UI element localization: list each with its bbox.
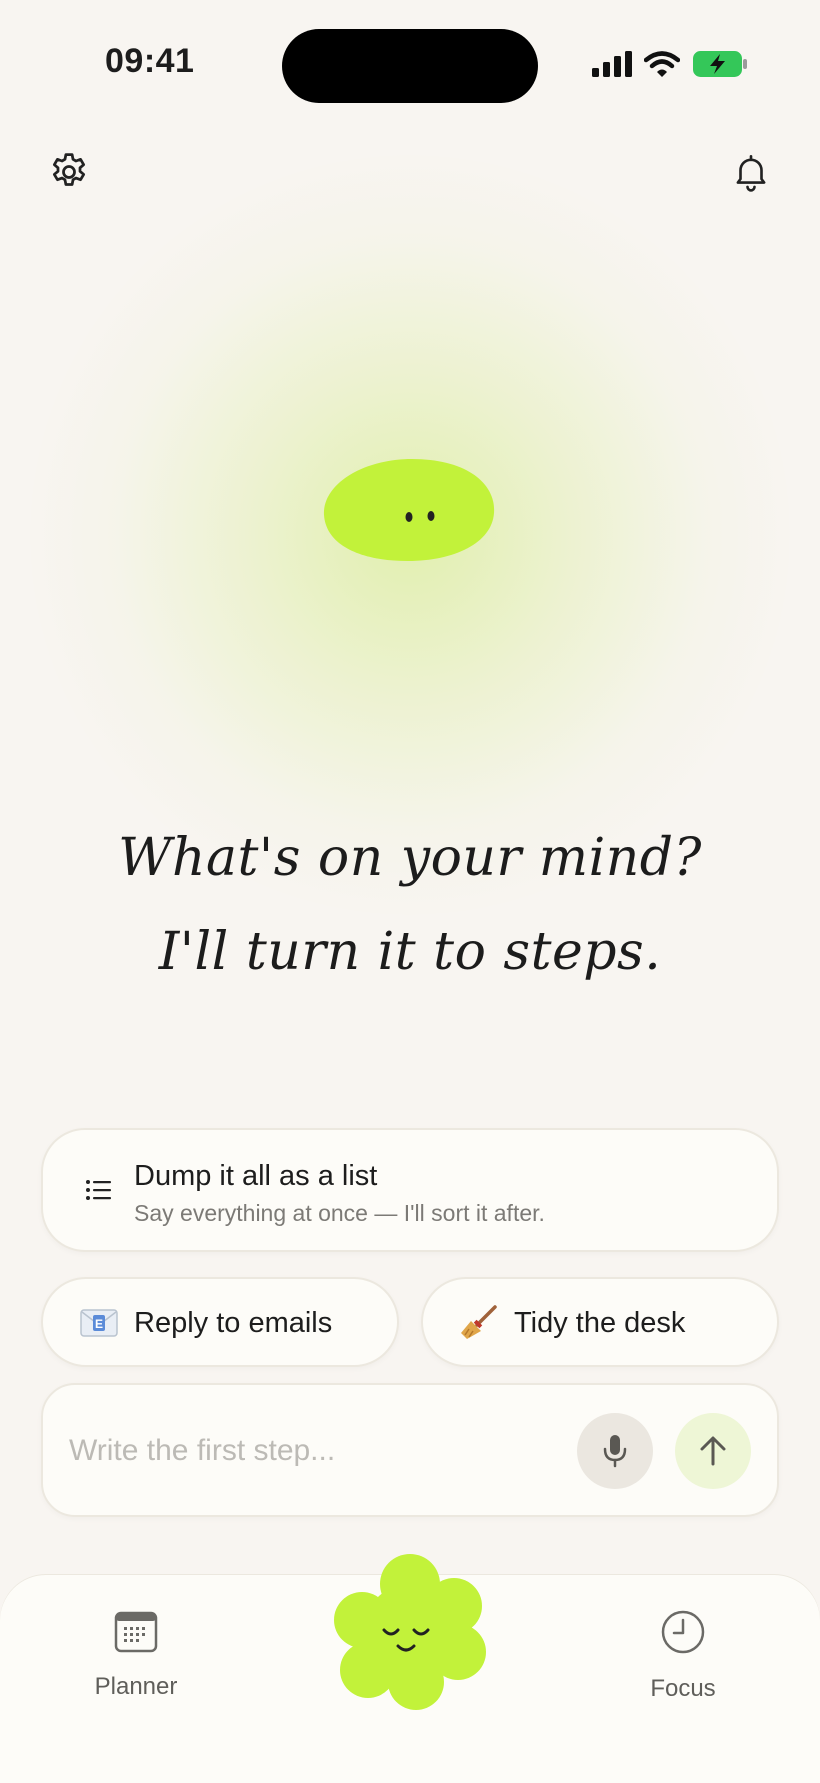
broom-icon (461, 1305, 497, 1339)
email-icon: E (80, 1309, 118, 1337)
arrow-up-icon (700, 1436, 726, 1466)
battery-icon (693, 51, 747, 77)
flower-mascot-icon[interactable] (328, 1548, 492, 1712)
tab-focus-label: Focus (650, 1675, 716, 1702)
status-time: 09:41 (105, 42, 195, 80)
svg-text:E: E (95, 1317, 103, 1331)
wifi-icon (644, 51, 680, 77)
calendar-icon (114, 1611, 158, 1653)
settings-button[interactable] (45, 148, 93, 196)
dump-card-title: Dump it all as a list (134, 1160, 378, 1192)
dump-card-subtitle: Say everything at once — I'll sort it af… (134, 1200, 545, 1226)
prompt-line-1: What's on your mind? (118, 828, 702, 888)
dump-list-card[interactable]: Dump it all as a list Say everything at … (41, 1128, 779, 1252)
bell-icon (736, 154, 766, 192)
suggestion-label: Tidy the desk (514, 1307, 686, 1339)
tab-focus[interactable]: Focus (603, 1609, 763, 1703)
notifications-button[interactable] (727, 148, 775, 196)
signal-icon (592, 51, 632, 77)
gear-icon (52, 153, 86, 186)
first-step-input[interactable] (67, 1425, 591, 1477)
status-icons (592, 50, 748, 78)
tab-planner-label: Planner (94, 1673, 178, 1700)
composer (41, 1383, 779, 1517)
suggestion-reply-emails[interactable]: E Reply to emails (41, 1277, 399, 1367)
clock-icon (661, 1610, 705, 1654)
mascot-blob (323, 459, 495, 561)
suggestion-label: Reply to emails (134, 1307, 333, 1339)
prompt-line-2: I'll turn it to steps. (158, 922, 662, 982)
dynamic-island (282, 29, 538, 103)
microphone-icon (603, 1435, 627, 1468)
send-button[interactable] (675, 1413, 751, 1489)
microphone-button[interactable] (577, 1413, 653, 1489)
suggestion-tidy-desk[interactable]: Tidy the desk (421, 1277, 779, 1367)
list-icon (86, 1180, 111, 1200)
tab-planner[interactable]: Planner (56, 1609, 216, 1701)
